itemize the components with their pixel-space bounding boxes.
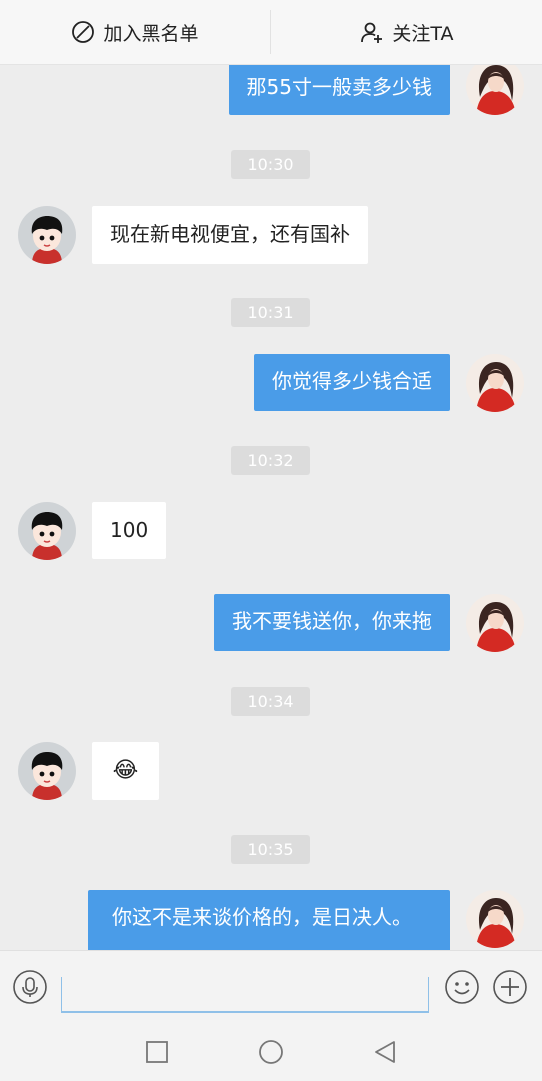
divider: [270, 10, 271, 54]
blacklist-label: 加入黑名单: [103, 22, 199, 45]
message-bubble-outgoing[interactable]: 你觉得多少钱合适: [254, 354, 450, 411]
smiley-icon[interactable]: [445, 970, 479, 1004]
my-avatar[interactable]: [466, 594, 524, 652]
block-icon: [71, 20, 95, 44]
message-text: 100: [110, 518, 149, 542]
system-navigation-bar: [0, 1022, 542, 1081]
message-input-bar: [0, 950, 542, 1023]
message-text: 你觉得多少钱合适: [272, 369, 432, 393]
message-text: 我不要钱送你，你来拖: [232, 609, 432, 633]
timestamp: 10:32: [231, 446, 310, 475]
circle-icon[interactable]: [258, 1039, 284, 1065]
timestamp: 10:35: [231, 835, 310, 864]
chat-area[interactable]: 那55寸一般卖多少钱 10:30 现在新电视便宜，还有国补 10:31 你觉得多…: [0, 0, 542, 950]
my-avatar[interactable]: [466, 890, 524, 948]
microphone-icon[interactable]: [13, 970, 47, 1004]
message-bubble-outgoing[interactable]: 你这不是来谈价格的，是日决人。: [88, 890, 450, 950]
message-text: 现在新电视便宜，还有国补: [110, 222, 350, 246]
timestamp: 10:31: [231, 298, 310, 327]
timestamp: 10:30: [231, 150, 310, 179]
tears-of-joy-emoji: 😂: [112, 758, 139, 783]
triangle-back-icon[interactable]: [372, 1039, 398, 1065]
follow-button[interactable]: 关注TA: [272, 0, 542, 64]
top-action-bar: 加入黑名单 关注TA: [0, 0, 542, 65]
contact-avatar[interactable]: [18, 502, 76, 560]
my-avatar[interactable]: [466, 57, 524, 115]
message-bubble-incoming[interactable]: 现在新电视便宜，还有国补: [92, 206, 368, 264]
plus-icon[interactable]: [493, 970, 527, 1004]
contact-avatar[interactable]: [18, 742, 76, 800]
message-text: 你这不是来谈价格的，是日决人。: [112, 905, 412, 929]
add-to-blacklist-button[interactable]: 加入黑名单: [0, 0, 270, 64]
square-icon[interactable]: [144, 1039, 170, 1065]
follow-label: 关注TA: [392, 22, 454, 45]
message-bubble-outgoing[interactable]: 我不要钱送你，你来拖: [214, 594, 450, 651]
timestamp: 10:34: [231, 687, 310, 716]
message-text: 那55寸一般卖多少钱: [246, 75, 432, 99]
message-text-field[interactable]: [62, 977, 432, 1013]
contact-avatar[interactable]: [18, 206, 76, 264]
add-user-icon: [360, 20, 384, 44]
message-bubble-outgoing[interactable]: 那55寸一般卖多少钱: [228, 61, 450, 115]
message-bubble-incoming[interactable]: 😂: [92, 742, 159, 800]
my-avatar[interactable]: [466, 354, 524, 412]
message-input[interactable]: [61, 977, 432, 1013]
message-bubble-incoming[interactable]: 100: [92, 502, 167, 559]
